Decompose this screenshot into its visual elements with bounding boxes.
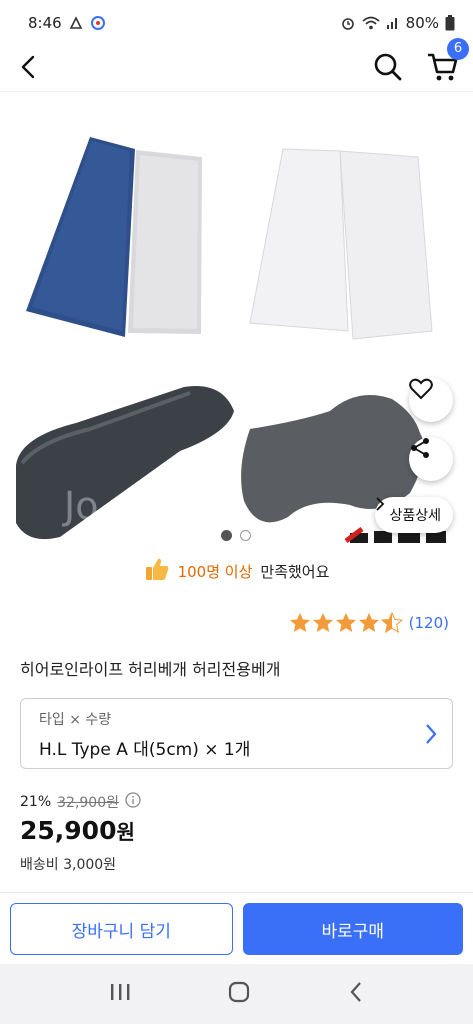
home-icon[interactable] xyxy=(228,981,250,1007)
thumbs-up-icon xyxy=(144,556,170,586)
sale-price-value: 25,900 xyxy=(20,816,117,845)
option-label: 타입 × 수량 xyxy=(39,712,112,728)
product-title: 히어로인라이프 허리베개 허리전용베개 xyxy=(20,660,281,679)
heart-icon xyxy=(409,378,433,400)
info-icon[interactable] xyxy=(125,792,141,812)
wishlist-button[interactable] xyxy=(409,378,453,422)
price-discount-row: 21% 32,900원 xyxy=(20,792,141,812)
search-icon[interactable] xyxy=(373,52,403,86)
sale-price: 25,900원 xyxy=(20,816,135,845)
alarm-icon xyxy=(340,15,356,31)
star-icon xyxy=(358,613,379,632)
signal-icon xyxy=(386,16,400,30)
product-image: Jo... ...on xyxy=(16,137,450,543)
image-watermark: Jo... ...on xyxy=(62,484,230,528)
cart-button[interactable]: 6 xyxy=(427,37,469,86)
share-button[interactable] xyxy=(409,437,453,481)
recent-apps-icon[interactable] xyxy=(109,982,131,1006)
sale-price-unit: 원 xyxy=(116,820,135,844)
cart-count-badge: 6 xyxy=(447,37,469,60)
system-nav-bar xyxy=(0,964,473,1024)
notification-icon xyxy=(68,15,84,31)
original-price: 32,900원 xyxy=(57,795,119,811)
satisfaction-text: 만족했어요 xyxy=(260,562,330,581)
review-count-link[interactable]: (120) xyxy=(409,614,449,632)
wifi-icon xyxy=(362,15,380,31)
status-bar: 8:46 80% xyxy=(0,0,473,46)
share-icon xyxy=(411,438,429,458)
satisfaction-count: 100명 이상 xyxy=(177,562,253,581)
bottom-action-bar: 장바구니 담기 바로구매 xyxy=(0,892,473,964)
back-nav-icon[interactable] xyxy=(348,981,364,1007)
star-rating xyxy=(289,612,403,633)
product-rating[interactable]: (120) xyxy=(289,612,449,633)
chevron-right-icon xyxy=(376,497,385,511)
discount-rate: 21% xyxy=(20,794,52,810)
pager-dot-1[interactable] xyxy=(221,530,232,541)
star-icon xyxy=(312,613,333,632)
half-star-icon xyxy=(380,612,403,633)
chevron-right-icon xyxy=(424,723,438,749)
image-pager xyxy=(221,530,251,541)
option-selector[interactable]: 타입 × 수량 H.L Type A 대(5cm) × 1개 xyxy=(20,698,453,769)
pager-dot-2[interactable] xyxy=(240,530,251,541)
shipping-fee: 배송비 3,000원 xyxy=(20,857,117,873)
product-detail-label: 상품상세 xyxy=(389,508,441,524)
product-detail-button[interactable]: 상품상세 xyxy=(375,497,453,533)
product-image-gallery[interactable]: Jo... ...on 상품상세 xyxy=(0,93,473,548)
app-notification-icon xyxy=(90,15,106,31)
top-app-bar: 6 xyxy=(0,37,473,92)
back-icon[interactable] xyxy=(16,54,42,84)
star-icon xyxy=(289,613,310,632)
add-to-cart-button[interactable]: 장바구니 담기 xyxy=(10,903,233,955)
battery-level: 80% xyxy=(405,14,439,32)
star-icon xyxy=(335,613,356,632)
status-time: 8:46 xyxy=(28,14,62,32)
option-value: H.L Type A 대(5cm) × 1개 xyxy=(39,740,251,760)
battery-icon xyxy=(445,15,455,31)
satisfaction-banner: 100명 이상 만족했어요 xyxy=(0,556,473,586)
buy-now-button[interactable]: 바로구매 xyxy=(242,903,463,955)
